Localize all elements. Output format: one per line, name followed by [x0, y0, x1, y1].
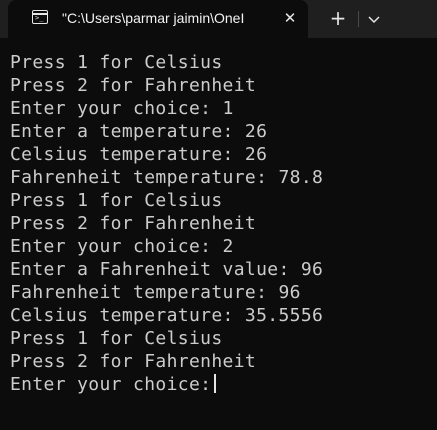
- terminal-output[interactable]: Press 1 for Celsius Press 2 for Fahrenhe…: [0, 38, 437, 430]
- tab-title: "C:\Users\parmar jaimin\OneI: [62, 10, 245, 26]
- chevron-down-icon[interactable]: [364, 9, 384, 29]
- terminal-line: Press 2 for Fahrenheit: [10, 75, 257, 96]
- terminal-line: Celsius temperature: 35.5556: [10, 305, 324, 326]
- terminal-line: Celsius temperature: 26: [10, 144, 268, 165]
- terminal-icon: >_: [32, 10, 48, 24]
- terminal-line: Press 1 for Celsius: [10, 52, 223, 73]
- terminal-line: Press 1 for Celsius: [10, 190, 223, 211]
- terminal-prompt-line[interactable]: Enter your choice:: [10, 373, 437, 396]
- terminal-line: Enter a temperature: 26: [10, 121, 268, 142]
- terminal-line: Press 1 for Celsius: [10, 328, 223, 349]
- plus-icon[interactable]: +: [328, 8, 348, 28]
- terminal-line: Fahrenheit temperature: 78.8: [10, 167, 324, 188]
- prompt-text: Enter your choice:: [10, 374, 212, 395]
- terminal-line: Enter your choice: 2: [10, 236, 234, 257]
- terminal-line: Enter your choice: 1: [10, 98, 234, 119]
- terminal-line: Press 2 for Fahrenheit: [10, 351, 257, 372]
- text-cursor: [214, 374, 217, 393]
- terminal-line: Enter a Fahrenheit value: 96: [10, 259, 324, 280]
- titlebar-divider: [358, 11, 359, 27]
- terminal-tab[interactable]: >_ "C:\Users\parmar jaimin\OneI ✕: [8, 0, 308, 38]
- close-icon[interactable]: ✕: [281, 9, 299, 27]
- terminal-line: Press 2 for Fahrenheit: [10, 213, 257, 234]
- terminal-line: Fahrenheit temperature: 96: [10, 282, 301, 303]
- title-bar: >_ "C:\Users\parmar jaimin\OneI ✕ +: [0, 0, 437, 38]
